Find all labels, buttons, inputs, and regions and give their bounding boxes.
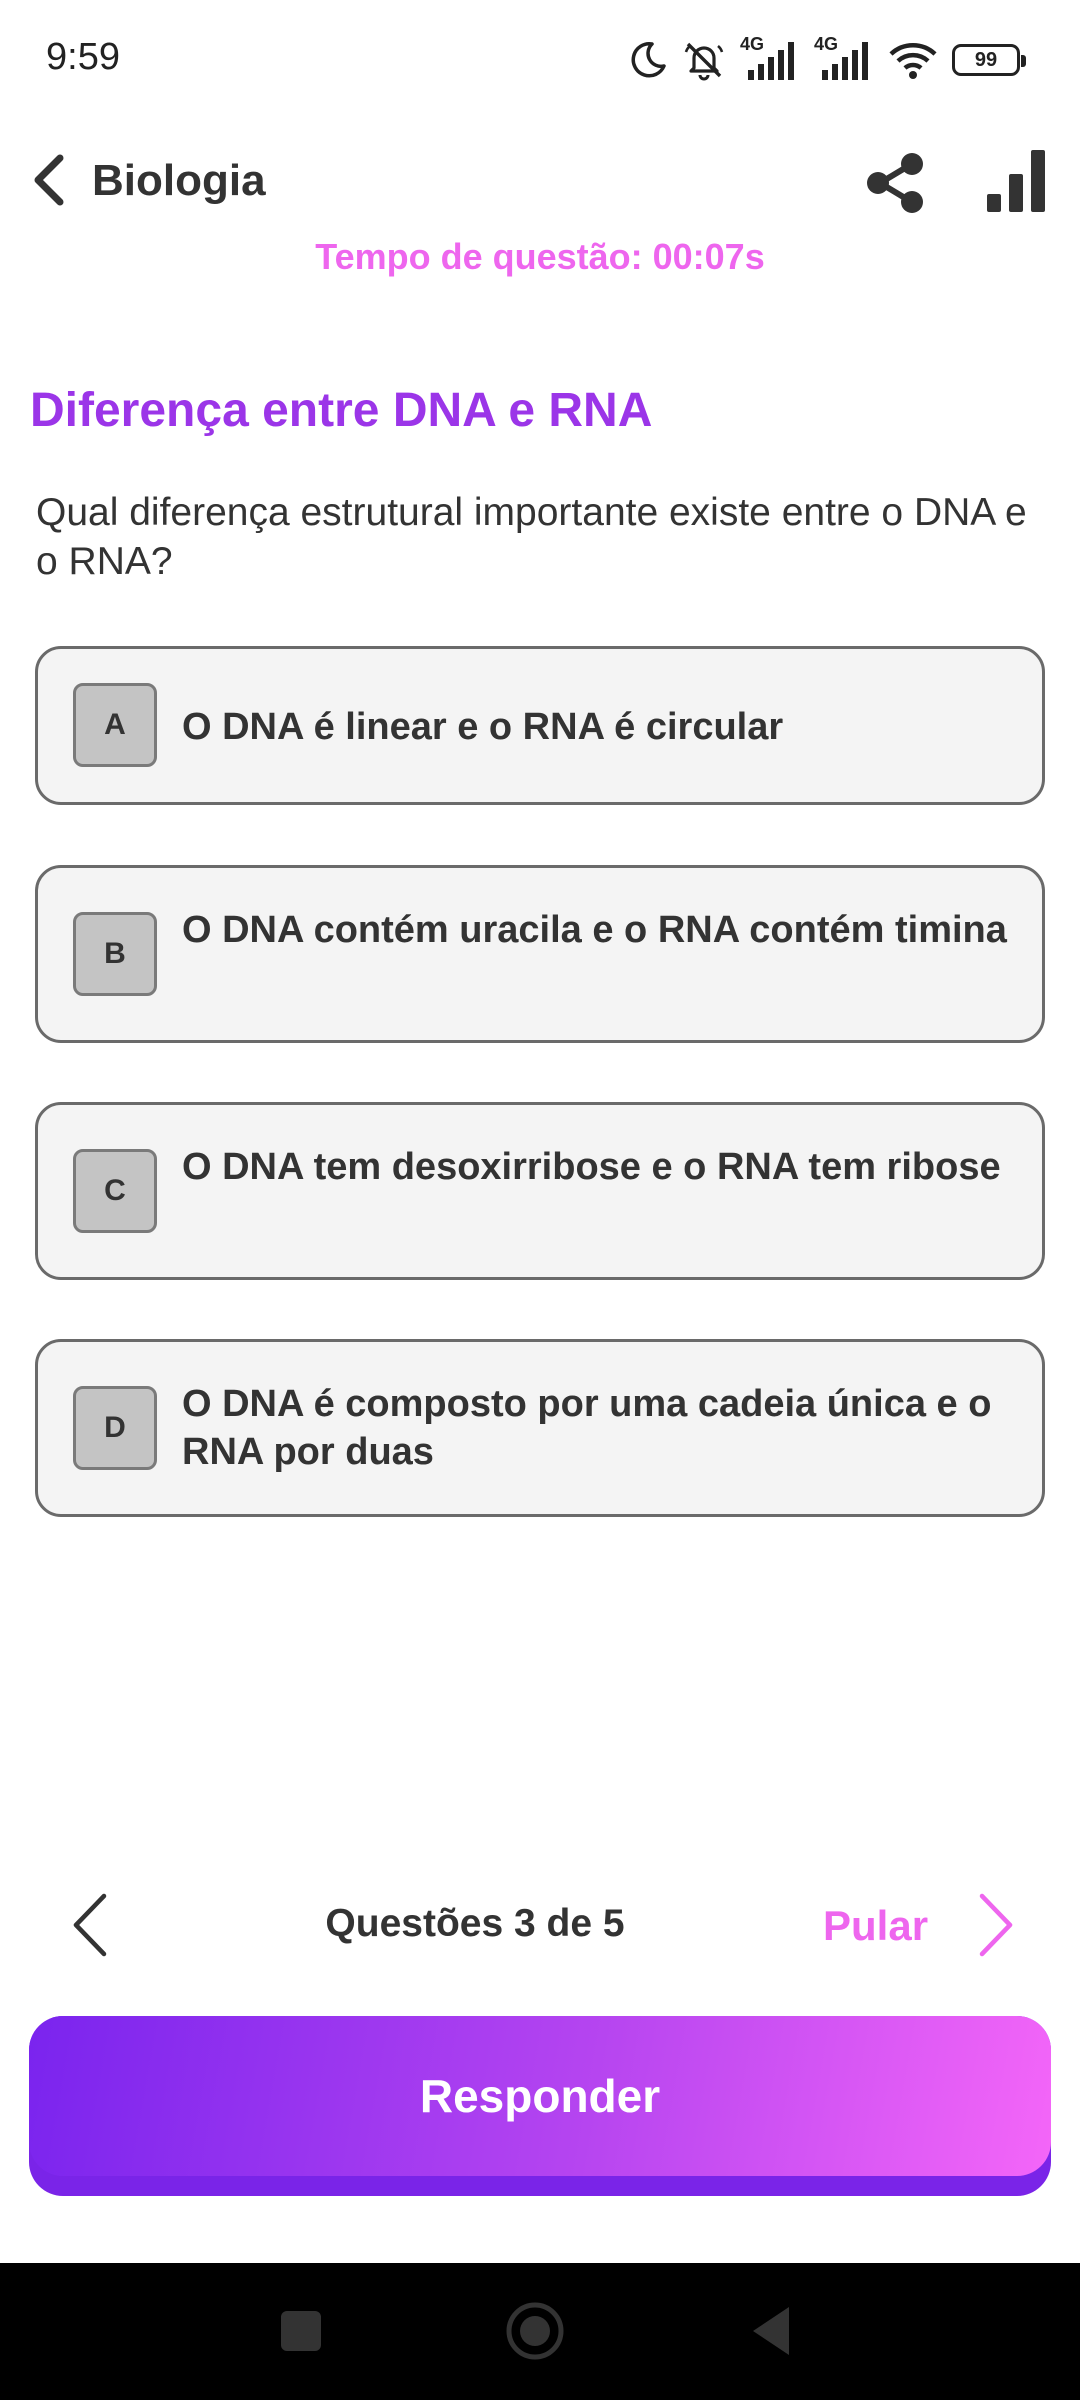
- chevron-left-icon: [34, 154, 64, 206]
- question-counter: Questões 3 de 5: [325, 1902, 625, 1945]
- battery-level: 99: [974, 48, 998, 71]
- signal-bars-icon: [748, 42, 794, 80]
- option-letter: C: [73, 1149, 157, 1233]
- battery-icon: 99: [952, 44, 1026, 76]
- skip-button[interactable]: Pular: [820, 1890, 1020, 1960]
- app-header: Biologia: [0, 140, 1080, 224]
- question-timer: Tempo de questão: 00:07s: [315, 236, 765, 277]
- home-icon[interactable]: [505, 2301, 565, 2361]
- option-text: O DNA contém uracila e o RNA contém timi…: [182, 909, 1007, 951]
- option-letter: D: [73, 1386, 157, 1470]
- option-letter: A: [73, 683, 157, 767]
- muted-bell-icon: [684, 42, 724, 81]
- statistics-button[interactable]: [985, 146, 1047, 214]
- answer-button[interactable]: Responder: [29, 2016, 1051, 2196]
- option-c[interactable]: C O DNA tem desoxirribose e o RNA tem ri…: [35, 1102, 1045, 1280]
- option-b[interactable]: B O DNA contém uracila e o RNA contém ti…: [35, 865, 1045, 1043]
- question-navigation: Questões 3 de 5 Pular: [0, 1890, 1080, 1960]
- option-text: O DNA é composto por uma cadeia única e …: [182, 1383, 992, 1473]
- question-text: Qual diferença estrutural importante exi…: [36, 491, 1027, 583]
- skip-label: Pular: [823, 1902, 929, 1949]
- share-icon: [867, 153, 923, 213]
- signal-bars-icon: [822, 42, 868, 80]
- option-text: O DNA tem desoxirribose e o RNA tem ribo…: [182, 1146, 1001, 1188]
- clock: 9:59: [46, 36, 120, 78]
- status-bar: 9:59 4G 4G 99: [0, 0, 1080, 120]
- wifi-icon: [889, 43, 937, 79]
- system-navigation-bar: [0, 2263, 1080, 2400]
- signal-2: 4G: [814, 34, 874, 82]
- option-d[interactable]: D O DNA é composto por uma cadeia única …: [35, 1339, 1045, 1517]
- back-icon[interactable]: [749, 2305, 793, 2357]
- status-icons: 4G 4G 99: [628, 32, 1026, 88]
- recent-apps-icon[interactable]: [279, 2309, 323, 2353]
- option-letter: B: [73, 912, 157, 996]
- question-title: Diferença entre DNA e RNA: [30, 384, 653, 437]
- answer-button-label: Responder: [419, 2070, 661, 2122]
- option-a[interactable]: A O DNA é linear e o RNA é circular: [35, 646, 1045, 805]
- option-text: O DNA é linear e o RNA é circular: [182, 706, 784, 748]
- answer-button-face: Responder: [29, 2016, 1051, 2176]
- back-button[interactable]: [26, 150, 76, 210]
- do-not-disturb-icon: [631, 42, 666, 78]
- chevron-right-icon: [970, 1890, 1020, 1960]
- bar-chart-icon: [987, 150, 1045, 212]
- share-button[interactable]: [862, 150, 928, 216]
- signal-1: 4G: [740, 34, 800, 82]
- page-title: Biologia: [92, 156, 266, 205]
